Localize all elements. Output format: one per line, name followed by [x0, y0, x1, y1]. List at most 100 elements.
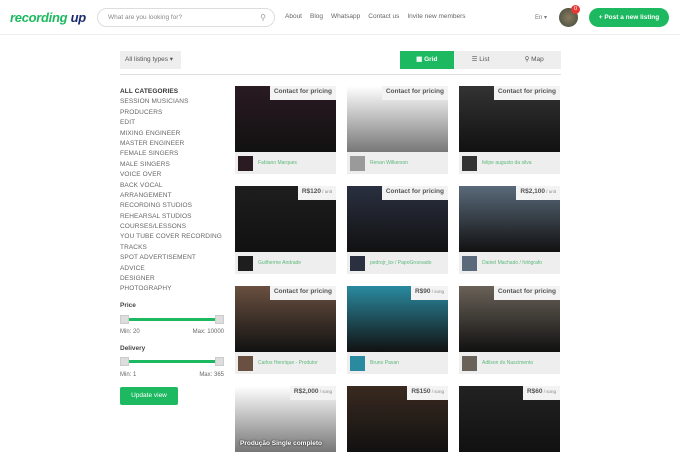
listing-card[interactable]: R$60 / song [459, 386, 560, 452]
price-unit: / song [430, 289, 444, 294]
author-name[interactable]: Daniel Machado / fotógrafo [482, 260, 542, 266]
logo[interactable]: recording up [10, 10, 86, 25]
price-unit: / song [430, 389, 444, 394]
view-grid-button[interactable]: ▦ Grid [400, 51, 454, 69]
listing-card[interactable]: Vocalista/backing vocal/ compositor Cont… [459, 86, 560, 174]
category-item[interactable]: VOICE OVER [120, 170, 222, 180]
author-avatar[interactable] [462, 356, 477, 371]
price-value: R$60 [526, 388, 543, 395]
price-range: Min: 20 Max: 10000 [120, 329, 224, 335]
author-name[interactable]: Bruno Pavan [370, 360, 399, 366]
price-value: R$150 [411, 388, 431, 395]
view-switcher: ▦ Grid ☰ List ⚲ Map [400, 51, 561, 69]
price-max-handle[interactable] [215, 315, 224, 324]
listing-card[interactable]: Gravação de violino Contact for pricing … [235, 86, 336, 174]
delivery-min-handle[interactable] [120, 357, 129, 366]
search-icon[interactable]: ⚲ [260, 13, 266, 22]
author-avatar[interactable] [350, 356, 365, 371]
author-avatar[interactable] [238, 356, 253, 371]
category-item[interactable]: EDIT [120, 118, 222, 128]
delivery-filter-label: Delivery [120, 345, 146, 352]
author-name[interactable]: Fabiano Marques [258, 160, 297, 166]
listing-price: Contact for pricing [269, 286, 336, 300]
category-item[interactable]: ADVICE [120, 264, 222, 274]
category-item[interactable]: ARRANGEMENT [120, 191, 222, 201]
category-item[interactable]: RECORDING STUDIOS [120, 201, 222, 211]
list-icon: ☰ [471, 56, 478, 63]
nav-invite[interactable]: Invite new members [407, 13, 465, 20]
listing-card[interactable]: R$150 / song [347, 386, 448, 452]
category-item[interactable]: SESSION MUSICIANS [120, 97, 222, 107]
author-name[interactable]: Carlos Henrique - Produtor [258, 360, 318, 366]
category-item[interactable]: COURSES/LESSONS [120, 222, 222, 232]
listing-card[interactable]: Aulas de Violão e Guitarra R$120 / unit … [235, 186, 336, 274]
delivery-slider-track [124, 360, 220, 363]
listing-footer: felipe augusto da silva [459, 152, 560, 174]
view-map-button[interactable]: ⚲ Map [507, 51, 561, 69]
category-item[interactable]: BACK VOCAL [120, 181, 222, 191]
price-min-handle[interactable] [120, 315, 129, 324]
category-item[interactable]: SPOT ADVERTISEMENT [120, 253, 222, 263]
price-slider-track [124, 318, 220, 321]
listing-card[interactable]: Gravações Online Contra Baixo - Rec Bass… [347, 186, 448, 274]
author-name[interactable]: Adilson do Nascimento [482, 360, 533, 366]
category-item[interactable]: DESIGNER [120, 274, 222, 284]
price-unit: / song [318, 389, 332, 394]
author-name[interactable]: pedrojr_bx / PapoGroovado [370, 260, 431, 266]
price-unit: / unit [320, 189, 332, 194]
listing-types-dropdown[interactable]: All listing types ▾ [120, 51, 181, 69]
search-input[interactable]: What are you looking for? ⚲ [97, 8, 275, 27]
category-item[interactable]: PRODUCERS [120, 108, 222, 118]
author-name[interactable]: Renan Wilkerson [370, 160, 408, 166]
category-item[interactable]: PHOTOGRAPHY [120, 284, 222, 294]
listing-footer: Fabiano Marques [235, 152, 336, 174]
nav-whatsapp[interactable]: Whatsapp [331, 13, 360, 20]
listing-card[interactable]: Projeto Gráfico (encarte) e Fotografia p… [459, 186, 560, 274]
category-item[interactable]: YOU TUBE COVER RECORDING [120, 232, 222, 242]
category-list: ALL CATEGORIES SESSION MUSICIANS PRODUCERS… [120, 87, 222, 295]
category-item[interactable]: MALE SINGERS [120, 160, 222, 170]
listing-card[interactable]: Gravação de Violinos Contact for pricing… [347, 86, 448, 174]
notification-badge: 0 [571, 5, 580, 14]
category-item[interactable]: ALL CATEGORIES [120, 87, 222, 97]
category-item[interactable]: FEMALE SINGERS [120, 149, 222, 159]
listing-card[interactable]: GRAVAÇÕES ONLINE DE GUITARRA R$90 / song… [347, 286, 448, 374]
listing-card[interactable]: Gravação de Violões Contact for pricing … [235, 286, 336, 374]
grid-icon: ▦ [416, 56, 423, 63]
delivery-slider[interactable] [120, 357, 224, 366]
nav-about[interactable]: About [285, 13, 302, 20]
price-value: Contact for pricing [273, 288, 332, 295]
listing-card[interactable]: Adilson do Nascimento - Back Vocal Conta… [459, 286, 560, 374]
post-listing-button[interactable]: + Post a new listing [589, 8, 669, 27]
author-avatar[interactable] [462, 256, 477, 271]
update-view-button[interactable]: Update view [120, 387, 178, 405]
author-avatar[interactable] [238, 156, 253, 171]
listing-title[interactable]: Produção Single completo [240, 440, 332, 448]
author-name[interactable]: Guilherme Andrade [258, 260, 301, 266]
delivery-max-handle[interactable] [215, 357, 224, 366]
nav-contact[interactable]: Contact us [368, 13, 399, 20]
category-item[interactable]: MIXING ENGINEER [120, 129, 222, 139]
nav-blog[interactable]: Blog [310, 13, 323, 20]
author-avatar[interactable] [238, 256, 253, 271]
category-item[interactable]: TRACKS [120, 243, 222, 253]
language-select[interactable]: En ▾ [535, 14, 547, 21]
listing-card[interactable]: Produção Single completo R$2,000 / song [235, 386, 336, 452]
price-max: Max: 10000 [192, 329, 224, 335]
category-item[interactable]: REHEARSAL STUDIOS [120, 212, 222, 222]
price-slider[interactable] [120, 315, 224, 324]
logo-text: recording [10, 10, 71, 25]
listing-footer: Renan Wilkerson [347, 152, 448, 174]
listing-price: R$120 / unit [297, 186, 336, 200]
listing-price: R$2,000 / song [289, 386, 336, 400]
category-item[interactable]: MASTER ENGINEER [120, 139, 222, 149]
listing-price: R$90 / song [410, 286, 448, 300]
listing-price: R$150 / song [407, 386, 448, 400]
author-name[interactable]: felipe augusto da silva [482, 160, 531, 166]
author-avatar[interactable] [350, 256, 365, 271]
view-list-button[interactable]: ☰ List [454, 51, 508, 69]
author-avatar[interactable] [462, 156, 477, 171]
author-avatar[interactable] [350, 156, 365, 171]
listing-price: Contact for pricing [381, 86, 448, 100]
header: recording up What are you looking for? ⚲ … [0, 0, 680, 35]
